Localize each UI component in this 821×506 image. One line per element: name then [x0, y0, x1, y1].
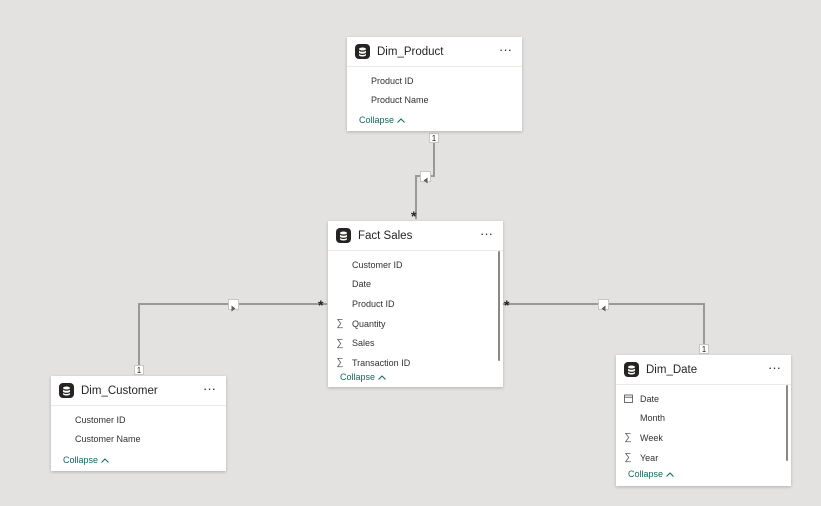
field-label: Week	[640, 432, 663, 443]
sigma-icon: ∑	[336, 318, 344, 330]
database-icon	[59, 383, 74, 398]
calendar-icon	[616, 394, 640, 404]
field-label: Month	[640, 413, 666, 424]
field-row[interactable]: Date	[616, 389, 791, 409]
cardinality-many-customer: *	[318, 297, 324, 313]
table-title: Dim_Product	[377, 45, 444, 58]
cardinality-one-customer: 1	[134, 365, 144, 375]
scrollbar[interactable]	[786, 385, 788, 461]
field-label: Date	[352, 279, 372, 290]
more-options-icon[interactable]: ···	[480, 227, 493, 241]
field-label: Customer ID	[352, 259, 403, 270]
field-label: Quantity	[352, 318, 386, 329]
cardinality-one-date: 1	[699, 344, 709, 354]
field-row[interactable]: ∑ Transaction ID	[328, 353, 503, 373]
sigma-icon: ∑	[624, 452, 632, 464]
database-icon	[336, 228, 351, 243]
field-row[interactable]: ∑ Year	[616, 448, 791, 468]
field-list: Product ID Product Name	[347, 67, 522, 110]
field-row[interactable]: Date	[328, 275, 503, 295]
triangle-arrow-icon	[423, 177, 428, 184]
field-list: Date Month ∑ Week ∑ Year	[616, 385, 791, 467]
chevron-up-icon	[378, 372, 386, 382]
table-title: Dim_Customer	[81, 384, 158, 397]
collapse-button[interactable]: Collapse	[340, 372, 386, 382]
field-label: Customer ID	[75, 414, 126, 425]
table-card-dim-customer[interactable]: Dim_Customer ··· Customer ID Customer Na…	[51, 376, 226, 471]
field-list: Customer ID Date Product ID ∑ Quantity ∑ S…	[328, 251, 503, 373]
more-options-icon[interactable]: ···	[499, 43, 512, 57]
table-header[interactable]: Dim_Date ···	[616, 355, 791, 385]
field-label: Product ID	[371, 75, 414, 86]
field-label: Customer Name	[75, 434, 141, 445]
filter-direction-product-sales[interactable]	[420, 171, 431, 184]
field-row[interactable]: Customer Name	[51, 430, 226, 450]
database-icon	[355, 44, 370, 59]
table-title: Fact Sales	[358, 229, 413, 242]
field-label: Date	[640, 393, 660, 404]
collapse-label: Collapse	[359, 115, 395, 125]
field-label: Product Name	[371, 95, 429, 106]
chevron-up-icon	[101, 455, 109, 465]
field-row[interactable]: Customer ID	[51, 410, 226, 430]
sigma-icon: ∑	[336, 337, 344, 349]
table-header[interactable]: Dim_Customer ···	[51, 376, 226, 406]
chevron-up-icon	[397, 115, 405, 125]
field-row[interactable]: Product ID	[347, 71, 522, 91]
collapse-label: Collapse	[63, 455, 99, 465]
field-label: Transaction ID	[352, 357, 411, 368]
sigma-icon: ∑	[624, 432, 632, 444]
field-row[interactable]: Month	[616, 409, 791, 429]
triangle-arrow-icon	[231, 305, 236, 312]
field-list: Customer ID Customer Name	[51, 406, 226, 449]
chevron-up-icon	[666, 469, 674, 479]
collapse-button[interactable]: Collapse	[628, 469, 674, 479]
table-header[interactable]: Dim_Product ···	[347, 37, 522, 67]
database-icon	[624, 362, 639, 377]
field-label: Year	[640, 452, 659, 463]
relationship-line-customer-sales[interactable]	[138, 303, 327, 372]
table-header[interactable]: Fact Sales ···	[328, 221, 503, 251]
field-row[interactable]: Product Name	[347, 91, 522, 111]
table-card-fact-sales[interactable]: Fact Sales ··· Customer ID Date Product …	[328, 221, 503, 387]
triangle-arrow-icon	[601, 305, 606, 312]
table-card-dim-product[interactable]: Dim_Product ··· Product ID Product Name …	[347, 37, 522, 131]
cardinality-one-product: 1	[429, 133, 439, 143]
table-title: Dim_Date	[646, 363, 698, 376]
field-row[interactable]: Product ID	[328, 294, 503, 314]
sigma-icon: ∑	[336, 357, 344, 369]
field-row[interactable]: ∑ Week	[616, 428, 791, 448]
cardinality-many-product: *	[411, 208, 417, 224]
collapse-button[interactable]: Collapse	[63, 455, 109, 465]
filter-direction-date-sales[interactable]	[598, 299, 609, 312]
more-options-icon[interactable]: ···	[203, 382, 216, 396]
cardinality-many-date: *	[504, 297, 510, 313]
collapse-label: Collapse	[340, 372, 376, 382]
field-row[interactable]: ∑ Quantity	[328, 314, 503, 334]
more-options-icon[interactable]: ···	[768, 361, 781, 375]
field-label: Product ID	[352, 298, 395, 309]
collapse-button[interactable]: Collapse	[359, 115, 405, 125]
field-label: Sales	[352, 338, 375, 349]
field-row[interactable]: Customer ID	[328, 255, 503, 275]
filter-direction-customer-sales[interactable]	[228, 299, 239, 312]
table-card-dim-date[interactable]: Dim_Date ··· Date Month ∑ Week ∑ Year Coll…	[616, 355, 791, 486]
field-row[interactable]: ∑ Sales	[328, 333, 503, 353]
collapse-label: Collapse	[628, 469, 664, 479]
scrollbar[interactable]	[498, 251, 500, 361]
